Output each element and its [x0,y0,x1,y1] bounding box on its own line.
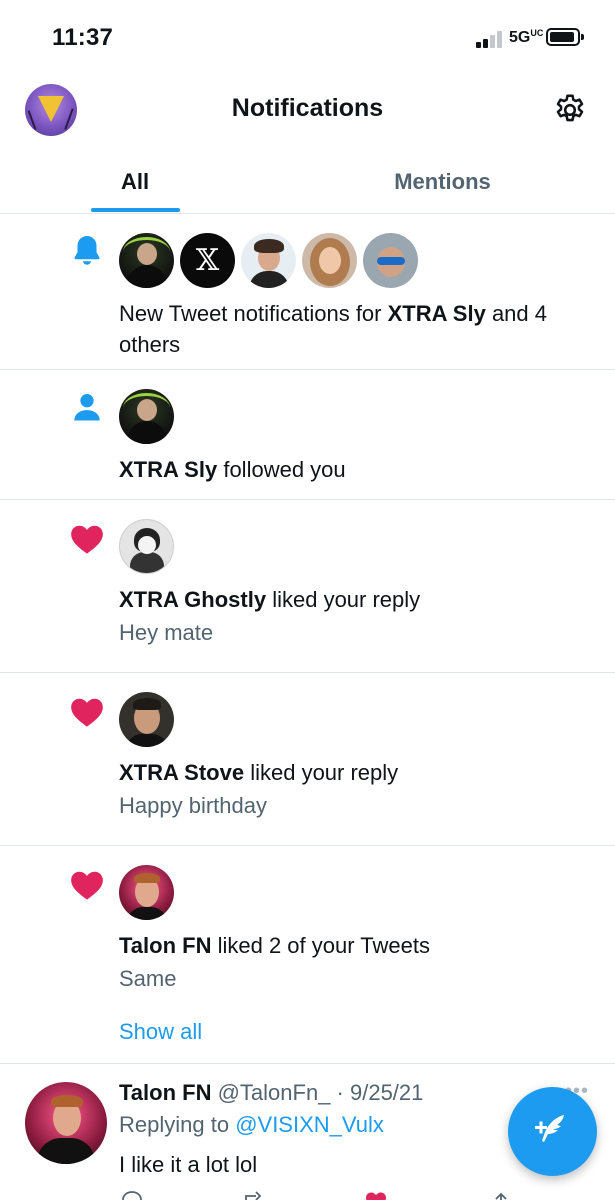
header: Notifications [0,70,615,150]
page-title: Notifications [231,94,384,122]
tweet-author-avatar[interactable] [25,1082,107,1164]
notification-item[interactable]: XTRA Sly followed you [0,370,615,500]
like-icon[interactable] [363,1190,389,1200]
share-icon[interactable] [488,1190,514,1200]
reply-icon[interactable] [119,1190,145,1200]
notification-item[interactable]: XTRA Ghostly liked your reply Hey mate [0,500,615,673]
notification-text: XTRA Sly followed you [119,457,346,482]
avatar[interactable] [119,233,174,288]
bell-icon [74,235,100,265]
tweet-text: I like it a lot lol [119,1152,258,1177]
avatar[interactable] [119,865,174,920]
avatar[interactable] [119,519,174,574]
avatar-group [119,519,174,574]
avatar-group: 𝕏 [119,233,418,288]
avatar[interactable] [302,233,357,288]
notification-text: Talon FN liked 2 of your Tweets [119,933,430,958]
battery-icon [546,28,584,46]
tweet-header: Talon FN @TalonFn_ · 9/25/21 [119,1080,423,1106]
heart-icon [71,698,103,727]
avatar[interactable] [363,233,418,288]
tab-mentions[interactable]: Mentions [290,150,595,214]
tweet-author-handle: @TalonFn_ [217,1080,331,1105]
tab-all[interactable]: All [0,150,270,214]
notification-text: XTRA Ghostly liked your reply [119,587,421,612]
notification-text: XTRA Stove liked your reply [119,760,399,785]
avatar[interactable] [241,233,296,288]
tweet-date: · 9/25/21 [330,1080,424,1105]
replying-to: Replying to @VISIXN_Vulx [119,1112,384,1137]
tweet-author-name[interactable]: Talon FN [119,1080,211,1105]
notification-snippet: Happy birthday [119,793,267,818]
person-icon [74,394,100,421]
avatar-group [119,389,174,444]
avatar-group [119,692,174,747]
heart-icon [71,871,103,900]
compose-tweet-button[interactable] [508,1087,597,1176]
notification-snippet: Hey mate [119,620,214,645]
avatar[interactable] [119,389,174,444]
notification-snippet: Same [119,966,177,991]
avatar[interactable] [119,692,174,747]
tab-active-indicator [91,208,180,212]
status-time: 11:37 [52,24,114,51]
retweet-icon[interactable] [240,1190,266,1200]
feather-plus-icon [535,1115,564,1142]
heart-icon [71,525,103,554]
reply-target-link[interactable]: @VISIXN_Vulx [235,1112,384,1137]
show-all-link[interactable]: Show all [119,1019,202,1045]
status-bar: 11:37 5GUC [0,0,615,70]
network-label: 5GUC [509,28,544,47]
tab-bar: All Mentions [0,150,615,214]
notification-item[interactable]: Talon FN liked 2 of your Tweets Same Sho… [0,846,615,1064]
gear-icon[interactable] [552,92,588,128]
avatar[interactable]: 𝕏 [180,233,235,288]
notification-item[interactable]: XTRA Stove liked your reply Happy birthd… [0,673,615,846]
notification-item[interactable]: 𝕏 New Tweet notifications for XTRA Sly a… [0,214,615,370]
notification-text: New Tweet notifications for XTRA Sly and… [119,301,547,357]
signal-icon [476,30,504,48]
avatar-group [119,865,174,920]
